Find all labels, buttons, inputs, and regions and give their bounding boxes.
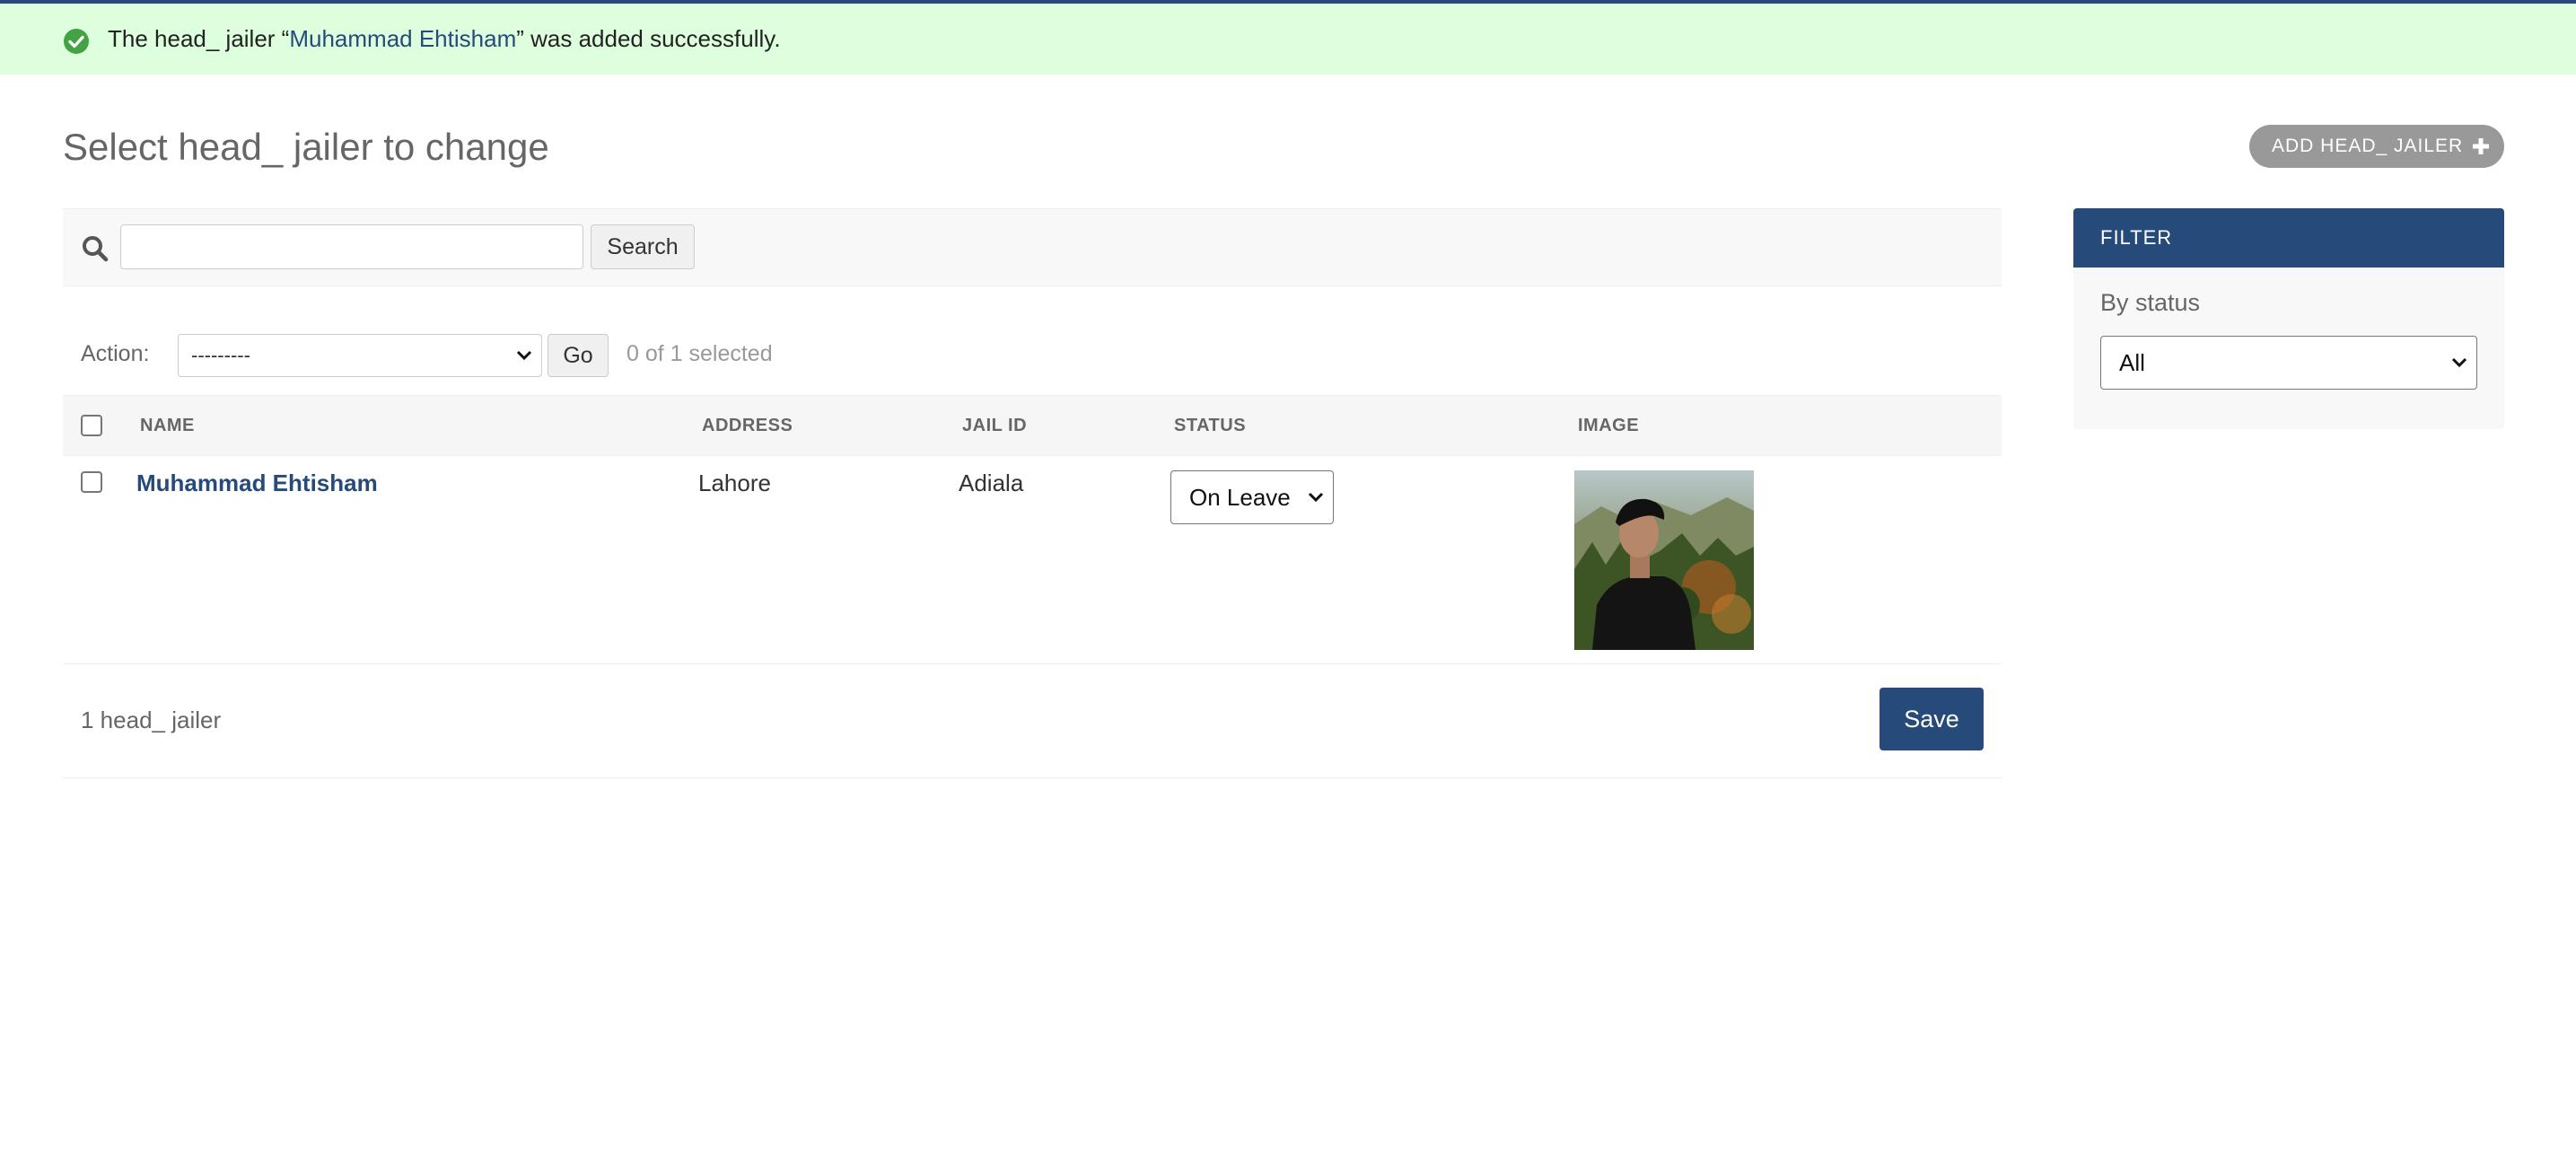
row-status-value: On Leave [1189, 484, 1291, 511]
page-title: Select head_ jailer to change [63, 126, 549, 168]
message-object-link[interactable]: Muhammad Ehtisham [289, 25, 516, 52]
paginator: 1 head_ jailer Save [63, 664, 2002, 778]
table-header: NAME ADDRESS JAIL ID STATUS IMAGE [63, 395, 2002, 456]
filter-panel: FILTER By status All [2073, 208, 2504, 429]
column-header-image[interactable]: IMAGE [1578, 416, 1639, 436]
filter-header: FILTER [2073, 208, 2504, 268]
row-jail-id: Adiala [959, 469, 1024, 496]
column-header-name[interactable]: NAME [140, 416, 195, 436]
result-count: 1 head_ jailer [81, 706, 222, 733]
search-input[interactable] [120, 224, 583, 269]
select-all-checkbox[interactable] [81, 415, 102, 436]
search-icon [83, 236, 109, 262]
search-button[interactable]: Search [591, 224, 695, 269]
go-button[interactable]: Go [548, 334, 609, 377]
success-message: The head_ jailer “Muhammad Ehtisham” was… [0, 0, 2576, 75]
column-header-jail-id[interactable]: JAIL ID [962, 416, 1027, 436]
chevron-down-icon [1308, 492, 1324, 503]
column-header-status[interactable]: STATUS [1174, 416, 1246, 436]
table-row: Muhammad Ehtisham Lahore Adiala On Leave [63, 456, 2002, 664]
save-button[interactable]: Save [1879, 688, 1984, 750]
row-image-thumbnail[interactable] [1574, 470, 1754, 650]
search-toolbar: Search [63, 208, 2002, 286]
row-checkbox[interactable] [81, 471, 102, 493]
action-select[interactable]: --------- [178, 334, 542, 377]
action-select-value: --------- [191, 344, 250, 366]
chevron-down-icon [516, 350, 532, 361]
row-name-cell: Muhammad Ehtisham [136, 469, 378, 497]
plus-icon [2473, 138, 2489, 154]
check-circle-icon [64, 29, 89, 54]
filter-subtitle: By status [2100, 289, 2201, 316]
status-filter-select[interactable]: All [2100, 336, 2477, 390]
admin-page: The head_ jailer “Muhammad Ehtisham” was… [0, 0, 2576, 1167]
action-label: Action: [81, 341, 150, 366]
success-message-text: The head_ jailer “Muhammad Ehtisham” was… [108, 25, 781, 52]
add-button-label: ADD HEAD_ JAILER [2272, 136, 2464, 156]
action-counter: 0 of 1 selected [626, 341, 773, 366]
row-status-select[interactable]: On Leave [1170, 470, 1334, 524]
row-name-link[interactable]: Muhammad Ehtisham [136, 469, 378, 496]
row-address: Lahore [698, 469, 771, 496]
column-header-address[interactable]: ADDRESS [702, 416, 793, 436]
add-head-jailer-button[interactable]: ADD HEAD_ JAILER [2249, 125, 2504, 168]
status-filter-value: All [2119, 349, 2145, 376]
chevron-down-icon [2451, 357, 2467, 368]
